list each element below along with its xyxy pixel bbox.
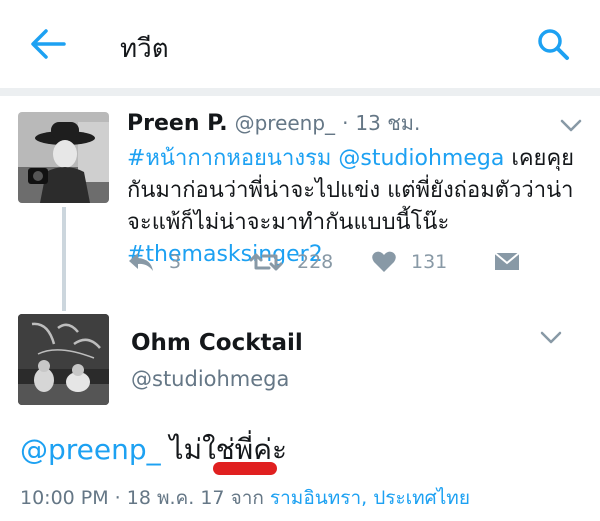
retweet-count: 228 <box>297 251 334 273</box>
tweet-time: 13 ชม. <box>355 111 421 135</box>
page-title: ทวีต <box>120 34 169 64</box>
author-name[interactable]: Ohm Cocktail <box>131 330 303 356</box>
heart-icon <box>372 251 396 272</box>
envelope-icon <box>494 252 520 270</box>
direct-message-button[interactable] <box>493 250 521 272</box>
chevron-down-icon <box>540 331 562 344</box>
avatar-studiohmega[interactable] <box>18 314 109 405</box>
reply-button[interactable]: 3 <box>127 250 181 274</box>
arrow-left-icon <box>31 29 66 59</box>
tweet-timestamp: 10:00 PM · 18 พ.ค. 17 <box>20 487 231 509</box>
search-icon <box>538 29 569 60</box>
from-label: จาก <box>230 487 270 509</box>
mention-link[interactable]: @preenp_ <box>20 433 161 466</box>
search-button[interactable] <box>534 26 574 62</box>
divider <box>0 88 600 96</box>
red-underline-mark <box>213 462 277 475</box>
retweet-button[interactable]: 228 <box>249 250 333 274</box>
location-link[interactable]: รามอินทรา, ประเทศไทย <box>270 487 470 509</box>
author-handle[interactable]: @preenp_ <box>235 111 335 135</box>
tweet-menu-button[interactable] <box>560 118 582 132</box>
like-count: 131 <box>411 251 448 273</box>
author-name[interactable]: Preen P. <box>127 111 228 136</box>
back-button[interactable] <box>28 27 68 61</box>
separator-dot: · <box>342 111 349 135</box>
tweet-meta: 10:00 PM · 18 พ.ค. 17 จาก รามอินทรา, ประ… <box>20 483 470 513</box>
author-handle[interactable]: @studiohmega <box>131 367 289 391</box>
chevron-down-icon <box>560 119 582 132</box>
tweet-header: Preen P. @preenp_ · 13 ชม. <box>127 107 420 139</box>
reply-icon <box>129 253 153 271</box>
tweet-menu-button[interactable] <box>540 330 562 344</box>
thread-line <box>62 207 66 311</box>
retweet-icon <box>249 253 283 271</box>
like-button[interactable]: 131 <box>371 250 447 274</box>
app-bar: ทวีต <box>0 0 600 88</box>
avatar-preenp[interactable] <box>18 112 109 203</box>
tweet-actions: 3 228 131 <box>127 250 597 280</box>
mention-link[interactable]: @studiohmega <box>338 146 504 171</box>
hashtag-link[interactable]: #หน้ากากหอยนางรม <box>127 146 331 171</box>
reply-count: 3 <box>169 251 182 273</box>
